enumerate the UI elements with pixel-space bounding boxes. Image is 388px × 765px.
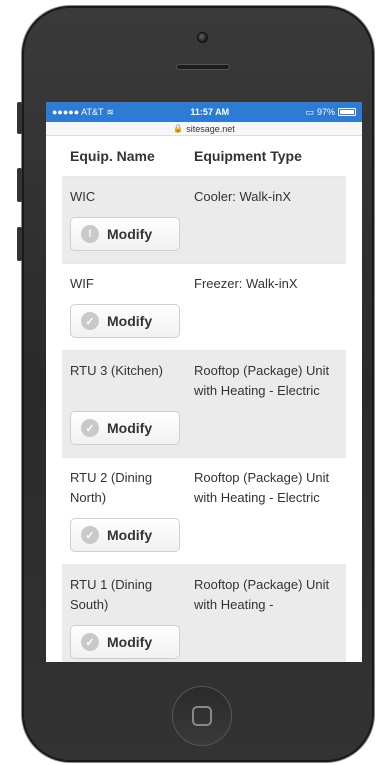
screen-mirror-icon: ▭ [305,106,314,117]
equip-name: WIC [70,189,96,204]
table-row: RTU 1 (Dining South) Rooftop (Package) U… [62,564,346,662]
check-icon: ✓ [81,419,99,437]
table-row: WIF Freezer: Walk-inX ✓ Modify [62,263,346,350]
modify-label: Modify [107,313,153,329]
equip-name: WIF [70,276,94,291]
modify-label: Modify [107,226,153,242]
warning-icon: ! [81,225,99,243]
table-header: Equip. Name Equipment Type [62,136,346,176]
equip-type: Rooftop (Package) Unit with Heating - El… [194,470,330,505]
check-icon: ✓ [81,526,99,544]
lock-icon: 🔒 [173,124,184,133]
check-icon: ✓ [81,312,99,330]
table-row: RTU 3 (Kitchen) Rooftop (Package) Unit w… [62,350,346,457]
equip-name: RTU 1 (Dining South) [70,577,153,612]
header-equip-name: Equip. Name [70,148,155,164]
url-bar[interactable]: 🔒 sitesage.net [46,122,362,136]
equip-type: Rooftop (Package) Unit with Heating - El… [194,363,330,398]
modify-label: Modify [107,634,153,650]
status-bar: ●●●●● AT&T ≋ 11:57 AM ▭ 97% [46,102,362,122]
mute-switch [17,102,22,134]
volume-up-button [17,168,22,202]
modify-button[interactable]: ✓ Modify [70,518,180,552]
home-button[interactable] [172,686,232,746]
status-time: 11:57 AM [190,107,230,117]
modify-label: Modify [107,420,153,436]
table-row: WIC Cooler: Walk-inX ! Modify [62,176,346,263]
url-text: sitesage.net [186,123,235,134]
modify-button[interactable]: ! Modify [70,217,180,251]
front-camera [197,32,208,43]
battery-icon [337,108,356,116]
phone-screen: ●●●●● AT&T ≋ 11:57 AM ▭ 97% 🔒 sitesage.n… [46,102,362,662]
home-square-icon [192,706,212,726]
wifi-icon: ≋ [106,106,115,117]
equipment-table: Equip. Name Equipment Type WIC Cooler: W… [46,136,362,662]
equip-type: Freezer: Walk-inX [194,276,298,291]
equip-name: RTU 2 (Dining North) [70,470,153,505]
modify-button[interactable]: ✓ Modify [70,304,180,338]
equip-name: RTU 3 (Kitchen) [70,363,163,378]
volume-down-button [17,227,22,261]
header-equipment-type: Equipment Type [194,148,302,164]
battery-percent: 97% [316,107,335,117]
modify-button[interactable]: ✓ Modify [70,411,180,445]
check-icon: ✓ [81,633,99,651]
table-row: RTU 2 (Dining North) Rooftop (Package) U… [62,457,346,564]
carrier-label: ●●●●● AT&T [52,107,104,117]
equip-type: Rooftop (Package) Unit with Heating - [194,577,330,612]
modify-label: Modify [107,527,153,543]
earpiece-speaker [176,64,230,70]
equip-type: Cooler: Walk-inX [194,189,292,204]
modify-button[interactable]: ✓ Modify [70,625,180,659]
